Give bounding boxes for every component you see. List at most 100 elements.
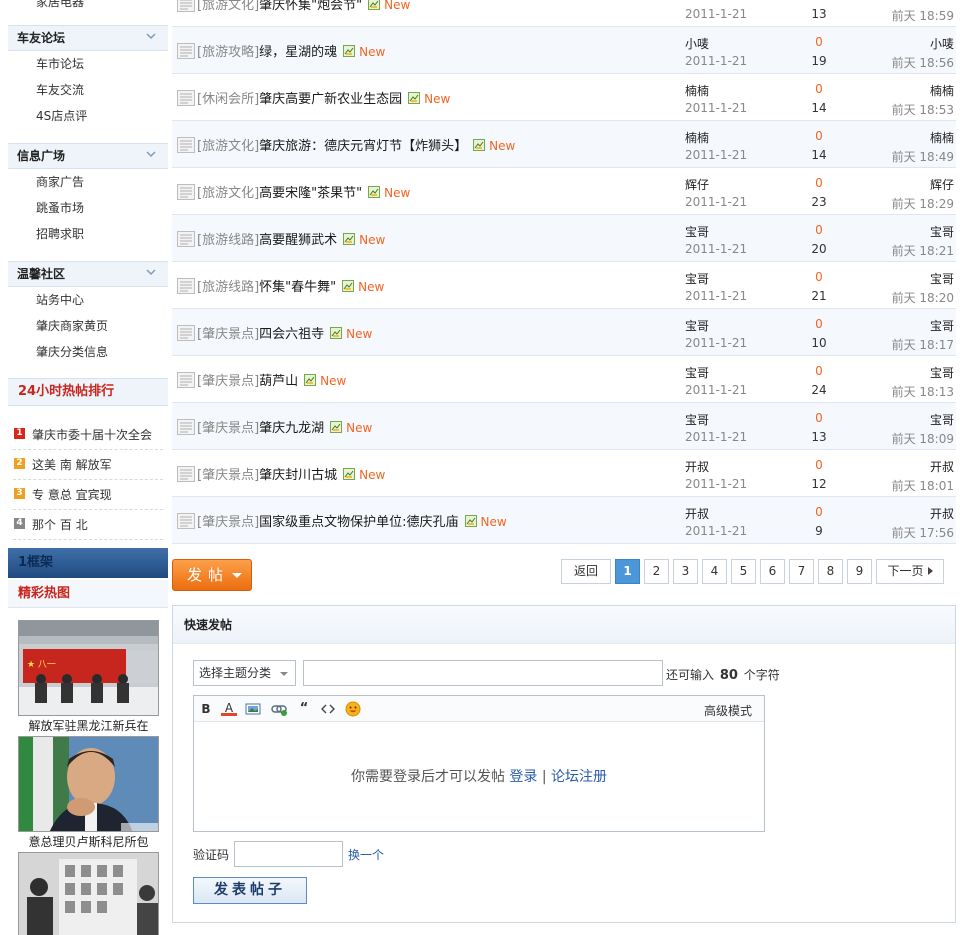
thread-subject-link[interactable]: 国家级重点文物保护单位:德庆孔庙: [259, 515, 458, 530]
last-reply-user-link[interactable]: 宝哥: [930, 270, 954, 287]
subject-input[interactable]: [303, 660, 663, 686]
thread-author-link[interactable]: 楠楠: [685, 129, 709, 146]
thread-category-link[interactable]: [旅游线路]: [197, 280, 259, 295]
sidebar-item-home-appliances[interactable]: 家居电器: [8, 0, 168, 12]
last-reply-time-link[interactable]: 前天 18:17: [892, 336, 954, 353]
quote-icon[interactable]: “: [296, 701, 312, 717]
register-link[interactable]: 论坛注册: [551, 769, 607, 785]
new-post-button[interactable]: 发帖: [172, 559, 252, 591]
thread-author-link[interactable]: 开叔: [685, 458, 709, 475]
pager-page-2[interactable]: 2: [644, 559, 669, 584]
last-reply-time-link[interactable]: 前天 18:59: [892, 7, 954, 24]
thread-subject-link[interactable]: 肇庆九龙湖: [259, 421, 324, 436]
thread-category-link[interactable]: [肇庆景点]: [197, 327, 259, 342]
chevron-down-icon[interactable]: [146, 149, 156, 159]
hot-post-item[interactable]: 1 肇庆市委十届十次全会: [13, 420, 163, 450]
image-icon[interactable]: [245, 701, 261, 717]
sidebar-item[interactable]: 车市论坛: [8, 51, 168, 77]
thread-category-link[interactable]: [旅游攻略]: [197, 45, 259, 60]
pager-page-3[interactable]: 3: [673, 559, 698, 584]
last-reply-time-link[interactable]: 前天 18:13: [892, 383, 954, 400]
pager-page-5[interactable]: 5: [731, 559, 756, 584]
hot-picture-1[interactable]: ★ 八一 解放军驻黑龙江新兵在: [18, 620, 159, 736]
submit-post-button[interactable]: 发表帖子: [193, 877, 307, 904]
bold-button[interactable]: B: [198, 701, 214, 717]
hot-post-title[interactable]: 那个 百 北: [32, 516, 88, 533]
sidebar-group-header[interactable]: 信息广场: [8, 143, 168, 169]
pager-page-7[interactable]: 7: [789, 559, 814, 584]
last-reply-time-link[interactable]: 前天 18:01: [892, 477, 954, 494]
scrollbar-edge[interactable]: [962, 0, 969, 935]
thread-category-link[interactable]: [旅游文化]: [197, 186, 259, 201]
thread-subject-link[interactable]: 葫芦山: [259, 374, 298, 389]
thread-subject-link[interactable]: 肇庆旅游：德庆元宵灯节【炸狮头】: [259, 139, 467, 154]
thread-author-link[interactable]: 宝哥: [685, 223, 709, 240]
sidebar-item[interactable]: 商家广告: [8, 169, 168, 195]
last-reply-time-link[interactable]: 前天 18:53: [892, 101, 954, 118]
sidebar-item[interactable]: 车友交流: [8, 77, 168, 103]
code-icon[interactable]: [320, 701, 336, 717]
last-reply-user-link[interactable]: 开叔: [930, 505, 954, 522]
hot-picture-image[interactable]: [18, 736, 159, 832]
thread-category-link[interactable]: [肇庆景点]: [197, 468, 259, 483]
hot-picture-caption[interactable]: 意总理贝卢斯科尼所包: [18, 832, 159, 852]
sidebar-item[interactable]: 肇庆分类信息: [8, 339, 168, 365]
thread-author-link[interactable]: 宝哥: [685, 270, 709, 287]
thread-category-link[interactable]: [旅游文化]: [197, 139, 259, 154]
thread-category-link[interactable]: [肇庆景点]: [197, 421, 259, 436]
hot-post-item[interactable]: 2 这美 南 解放军: [13, 450, 163, 480]
hot-post-title[interactable]: 这美 南 解放军: [32, 456, 112, 473]
last-reply-time-link[interactable]: 前天 18:49: [892, 148, 954, 165]
last-reply-user-link[interactable]: 宝哥: [930, 411, 954, 428]
post-editor[interactable]: B A “ 高级模式 你需要登录后才可以发帖 登录 | 论坛注册: [193, 695, 765, 832]
thread-author-link[interactable]: 辉仔: [685, 176, 709, 193]
last-reply-user-link[interactable]: 宝哥: [930, 317, 954, 334]
topic-category-select[interactable]: 选择主题分类: [193, 660, 296, 686]
pager-page-6[interactable]: 6: [760, 559, 785, 584]
last-reply-time-link[interactable]: 前天 18:29: [892, 195, 954, 212]
smiley-icon[interactable]: [345, 701, 361, 717]
thread-category-link[interactable]: [肇庆景点]: [197, 374, 259, 389]
sidebar-group-header[interactable]: 温馨社区: [8, 261, 168, 287]
thread-subject-link[interactable]: 高要醒狮武术: [259, 233, 337, 248]
thread-category-link[interactable]: [休闲会所]: [197, 92, 259, 107]
thread-author-link[interactable]: 宝哥: [685, 411, 709, 428]
last-reply-user-link[interactable]: 楠楠: [930, 129, 954, 146]
thread-category-link[interactable]: [旅游线路]: [197, 233, 259, 248]
thread-subject-link[interactable]: 绿，星湖的魂: [259, 45, 337, 60]
last-reply-time-link[interactable]: 前天 18:09: [892, 430, 954, 447]
thread-subject-link[interactable]: 怀集"春牛舞": [259, 280, 336, 295]
hot-post-item[interactable]: 4 那个 百 北: [13, 510, 163, 540]
last-reply-time-link[interactable]: 前天 18:21: [892, 242, 954, 259]
last-reply-time-link[interactable]: 前天 18:56: [892, 54, 954, 71]
pager-page-4[interactable]: 4: [702, 559, 727, 584]
last-reply-time-link[interactable]: 前天 18:20: [892, 289, 954, 306]
login-link[interactable]: 登录: [509, 769, 537, 785]
hot-picture-image[interactable]: [18, 852, 159, 935]
last-reply-user-link[interactable]: 宝哥: [930, 223, 954, 240]
sidebar-group-header[interactable]: 车友论坛: [8, 25, 168, 51]
hot-post-item[interactable]: 3 专 意总 宜宾现: [13, 480, 163, 510]
thread-subject-link[interactable]: 肇庆高要广新农业生态园: [259, 92, 402, 107]
thread-author-link[interactable]: 楠楠: [685, 82, 709, 99]
thread-subject-link[interactable]: 肇庆怀集"炮会节": [259, 0, 362, 13]
thread-subject-link[interactable]: 四会六祖寺: [259, 327, 324, 342]
last-reply-user-link[interactable]: 开叔: [930, 458, 954, 475]
hot-post-title[interactable]: 肇庆市委十届十次全会: [32, 426, 152, 443]
thread-category-link[interactable]: [肇庆景点]: [197, 515, 259, 530]
last-reply-user-link[interactable]: 楠楠: [930, 82, 954, 99]
chevron-down-icon[interactable]: [146, 267, 156, 277]
hot-picture-caption[interactable]: 解放军驻黑龙江新兵在: [18, 716, 159, 736]
font-color-button[interactable]: A: [221, 701, 237, 716]
pager-page-1[interactable]: 1: [615, 559, 640, 584]
thread-subject-link[interactable]: 高要宋隆"茶果节": [259, 186, 362, 201]
hot-post-title[interactable]: 专 意总 宜宾现: [32, 486, 112, 503]
thread-author-link[interactable]: 宝哥: [685, 317, 709, 334]
chevron-down-icon[interactable]: [146, 31, 156, 41]
pager-page-8[interactable]: 8: [818, 559, 843, 584]
last-reply-user-link[interactable]: 宝哥: [930, 364, 954, 381]
sidebar-item[interactable]: 4S店点评: [8, 103, 168, 129]
last-reply-time-link[interactable]: 前天 17:56: [892, 524, 954, 541]
pager-page-9[interactable]: 9: [847, 559, 872, 584]
hot-picture-image[interactable]: ★ 八一: [18, 620, 159, 716]
